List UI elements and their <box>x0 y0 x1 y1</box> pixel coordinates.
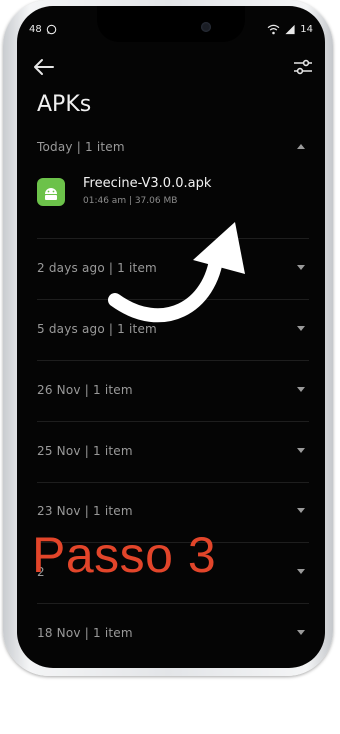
wifi-icon <box>267 24 280 35</box>
group-label: 25 Nov | 1 item <box>37 444 133 458</box>
group-label: Today | 1 item <box>37 140 125 154</box>
group-header[interactable]: 25 Nov | 1 item <box>37 444 311 504</box>
chevron-down-icon[interactable] <box>297 265 305 270</box>
file-meta: 01:46 am | 37.06 MB <box>83 196 178 206</box>
group-label: 23 Nov | 1 item <box>37 504 133 518</box>
group-label: 18 Nov | 1 item <box>37 626 133 640</box>
chevron-down-icon[interactable] <box>297 508 305 513</box>
android-icon <box>37 178 65 206</box>
chevron-down-icon[interactable] <box>297 387 305 392</box>
chevron-up-icon[interactable] <box>297 144 305 149</box>
whatsapp-icon <box>46 24 57 35</box>
group-label: 26 Nov | 1 item <box>37 383 133 397</box>
step-label-overlay: Passo 3 <box>32 527 217 583</box>
group-header[interactable]: 26 Nov | 1 item <box>37 383 311 443</box>
back-arrow-icon[interactable] <box>31 56 57 78</box>
file-item[interactable]: Freecine-V3.0.0.apk 01:46 am | 37.06 MB <box>37 172 309 212</box>
file-name: Freecine-V3.0.0.apk <box>83 176 212 191</box>
group-header[interactable]: 18 Nov | 1 item <box>37 626 311 668</box>
chevron-down-icon[interactable] <box>297 630 305 635</box>
divider <box>37 421 309 422</box>
page-title: APKs <box>37 92 92 117</box>
filter-settings-icon[interactable] <box>291 56 315 78</box>
chevron-down-icon[interactable] <box>297 448 305 453</box>
curved-arrow-annotation-icon <box>108 222 245 323</box>
divider <box>37 360 309 361</box>
battery-level: 14 <box>300 24 313 35</box>
status-bar: 48 14 <box>29 24 313 40</box>
chevron-down-icon[interactable] <box>297 326 305 331</box>
chevron-down-icon[interactable] <box>297 569 305 574</box>
divider <box>37 603 309 604</box>
divider <box>37 482 309 483</box>
status-time: 48 <box>29 24 42 35</box>
signal-icon <box>285 24 295 35</box>
